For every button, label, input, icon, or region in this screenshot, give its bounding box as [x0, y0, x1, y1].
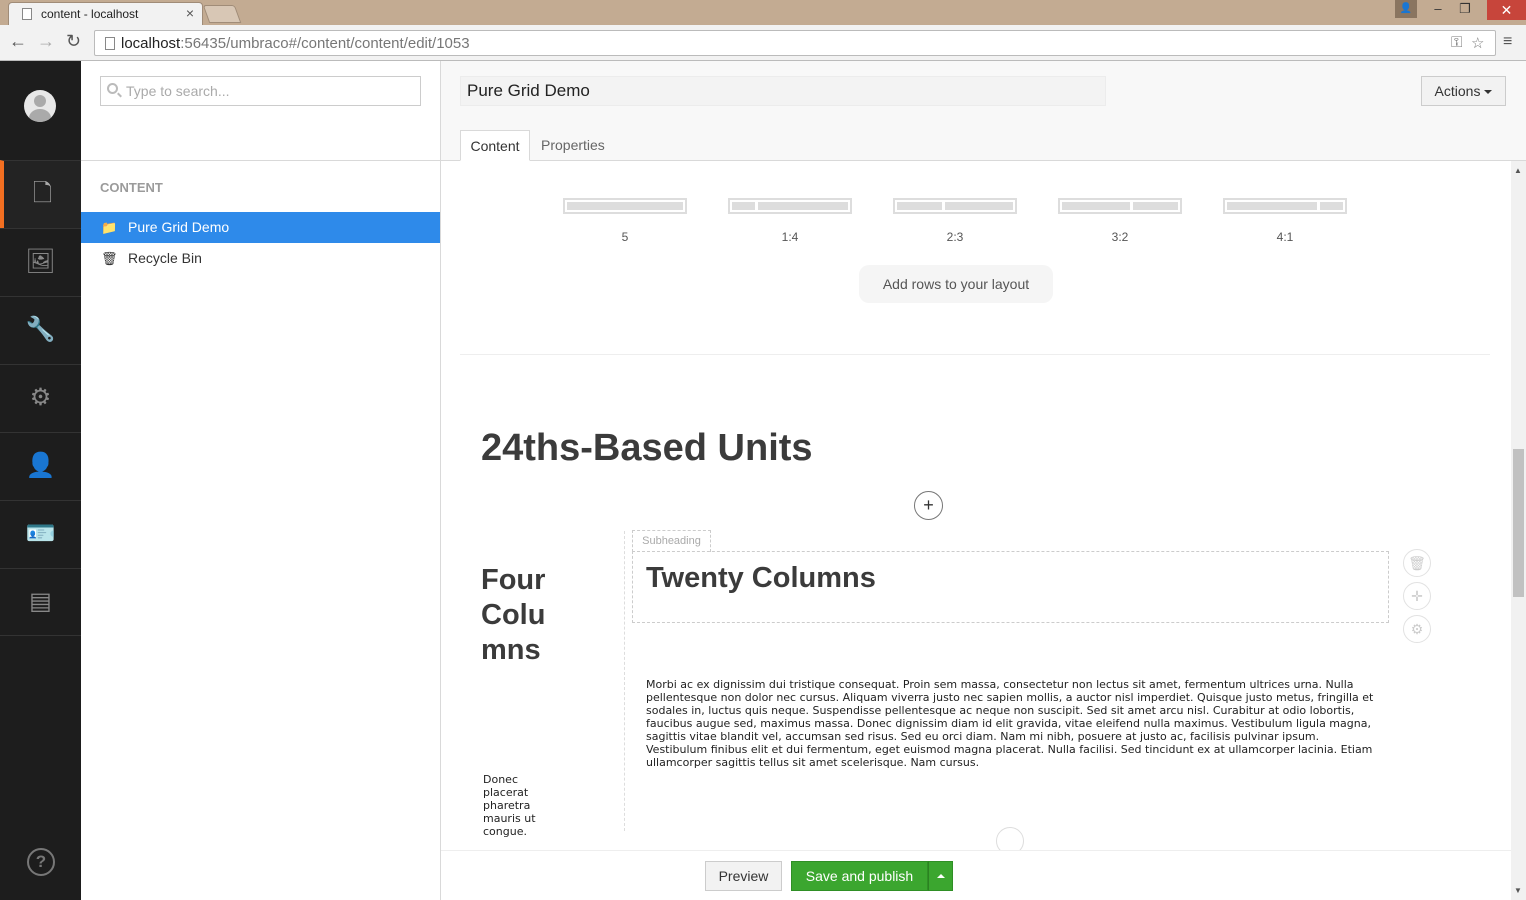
delete-icon[interactable]: 🗑	[1403, 549, 1431, 577]
browser-toolbar: ← → ↻ localhost:56435/umbraco#/content/c…	[0, 25, 1526, 61]
minimize-button[interactable]: –	[1424, 0, 1452, 18]
tree-item-label: Pure Grid Demo	[128, 219, 230, 235]
content-section-icon[interactable]: 🗋	[0, 160, 81, 228]
tree-item-label: Recycle Bin	[128, 250, 202, 266]
layout-label: 3:2	[1111, 230, 1129, 244]
preview-button[interactable]: Preview	[705, 861, 782, 891]
new-tab-button[interactable]	[202, 5, 242, 23]
developer-section-icon[interactable]: 🔧	[0, 296, 81, 364]
subheading-editor[interactable]: Twenty Columns	[632, 551, 1389, 623]
tab-properties[interactable]: Properties	[541, 137, 605, 153]
layout-preview	[563, 198, 687, 214]
layout-label: 1:4	[781, 230, 799, 244]
profile-icon[interactable]: 👤	[1395, 0, 1417, 18]
layout-preview	[728, 198, 852, 214]
tree-item-recycle-bin[interactable]: 🗑 Recycle Bin	[81, 243, 440, 274]
layout-label: 4:1	[1276, 230, 1294, 244]
tab-title: content - localhost	[41, 7, 139, 21]
editor-footer: Preview Save and publish	[441, 850, 1511, 900]
divider	[460, 354, 1490, 355]
members-section-icon[interactable]: 🪪	[0, 500, 81, 568]
rich-text-content[interactable]: Morbi ac ex dignissim dui tristique cons…	[646, 678, 1376, 769]
layout-option-3-2[interactable]: 3:2	[1058, 198, 1182, 244]
restore-button[interactable]: ❐	[1451, 0, 1479, 18]
help-icon[interactable]: ?	[27, 848, 55, 876]
add-content-button[interactable]: +	[914, 491, 943, 520]
address-bar[interactable]: localhost:56435/umbraco#/content/content…	[94, 30, 1496, 56]
tab-content[interactable]: Content	[460, 130, 530, 161]
search-placeholder: Type to search...	[126, 83, 230, 99]
trash-icon: 🗑	[101, 251, 118, 266]
layout-preview	[1223, 198, 1347, 214]
folder-icon: 📁	[101, 220, 118, 235]
scroll-down-icon[interactable]: ▼	[1514, 886, 1522, 895]
page-favicon-icon	[22, 8, 32, 20]
add-rows-label: Add rows to your layout	[859, 265, 1053, 303]
left-column-text: Donec placerat pharetra mauris ut congue…	[483, 773, 536, 838]
scrollbar[interactable]: ▲ ▼	[1511, 161, 1526, 900]
section-navigation: 🗋 🖼 🔧 ⚙ 👤 🪪 ▤ ?	[0, 61, 81, 900]
tab-close-icon[interactable]: ×	[186, 5, 194, 21]
layout-label: 5	[621, 230, 629, 244]
reload-icon[interactable]: ↻	[66, 31, 81, 52]
users-section-icon[interactable]: 👤	[0, 432, 81, 500]
settings-section-icon[interactable]: ⚙	[0, 364, 81, 432]
browser-menu-icon[interactable]: ≡	[1503, 33, 1512, 51]
layout-preview	[1058, 198, 1182, 214]
left-column-heading: Four Columns	[481, 564, 546, 666]
page-icon	[105, 37, 115, 50]
media-section-icon[interactable]: 🖼	[0, 228, 81, 296]
bookmark-star-icon[interactable]: ☆	[1471, 34, 1484, 52]
key-icon[interactable]: ⚿	[1451, 34, 1462, 51]
tree-header: Type to search...	[81, 61, 440, 161]
layout-option-5[interactable]: 5	[563, 198, 687, 244]
node-name-input[interactable]: Pure Grid Demo	[460, 76, 1106, 106]
layout-option-2-3[interactable]: 2:3	[893, 198, 1017, 244]
user-avatar[interactable]	[24, 90, 56, 122]
actions-button[interactable]: Actions	[1421, 76, 1506, 106]
forward-icon[interactable]: →	[37, 31, 55, 52]
content-tree-panel: Type to search... CONTENT 📁 Pure Grid De…	[81, 61, 441, 900]
column-divider	[624, 531, 625, 831]
tree-item-pure-grid-demo[interactable]: 📁 Pure Grid Demo	[81, 212, 440, 243]
editor-header: Pure Grid Demo Actions Content Propertie…	[441, 61, 1526, 161]
forms-section-icon[interactable]: ▤	[0, 568, 81, 636]
caret-down-icon	[1484, 90, 1493, 95]
layout-label: 2:3	[946, 230, 964, 244]
url-text: localhost:56435/umbraco#/content/content…	[121, 35, 470, 52]
browser-titlebar: content - localhost × 👤 – ❐ ✕	[0, 0, 1526, 25]
right-column-heading: Twenty Columns	[646, 562, 876, 594]
search-icon	[107, 83, 118, 94]
close-window-button[interactable]: ✕	[1487, 0, 1526, 20]
add-content-button[interactable]	[996, 827, 1024, 850]
browser-tab[interactable]: content - localhost ×	[8, 2, 203, 25]
back-icon[interactable]: ←	[9, 31, 27, 52]
save-and-publish-button[interactable]: Save and publish	[791, 861, 928, 891]
scroll-up-icon[interactable]: ▲	[1514, 166, 1522, 175]
section-title: 24ths-Based Units	[481, 427, 813, 469]
subheading-editor-label: Subheading	[632, 530, 711, 552]
tree-section-title: CONTENT	[100, 180, 163, 195]
search-input[interactable]: Type to search...	[100, 76, 421, 106]
layout-preview	[893, 198, 1017, 214]
layout-option-1-4[interactable]: 1:4	[728, 198, 852, 244]
grid-editor: 5 1:4 2:3 3:2 4:1 Add rows to your layou…	[441, 161, 1511, 850]
publish-options-caret-icon[interactable]	[928, 861, 953, 891]
settings-gear-icon[interactable]: ⚙	[1403, 615, 1431, 643]
layout-option-4-1[interactable]: 4:1	[1223, 198, 1347, 244]
scroll-thumb[interactable]	[1513, 449, 1524, 597]
move-icon[interactable]: ✛	[1403, 582, 1431, 610]
